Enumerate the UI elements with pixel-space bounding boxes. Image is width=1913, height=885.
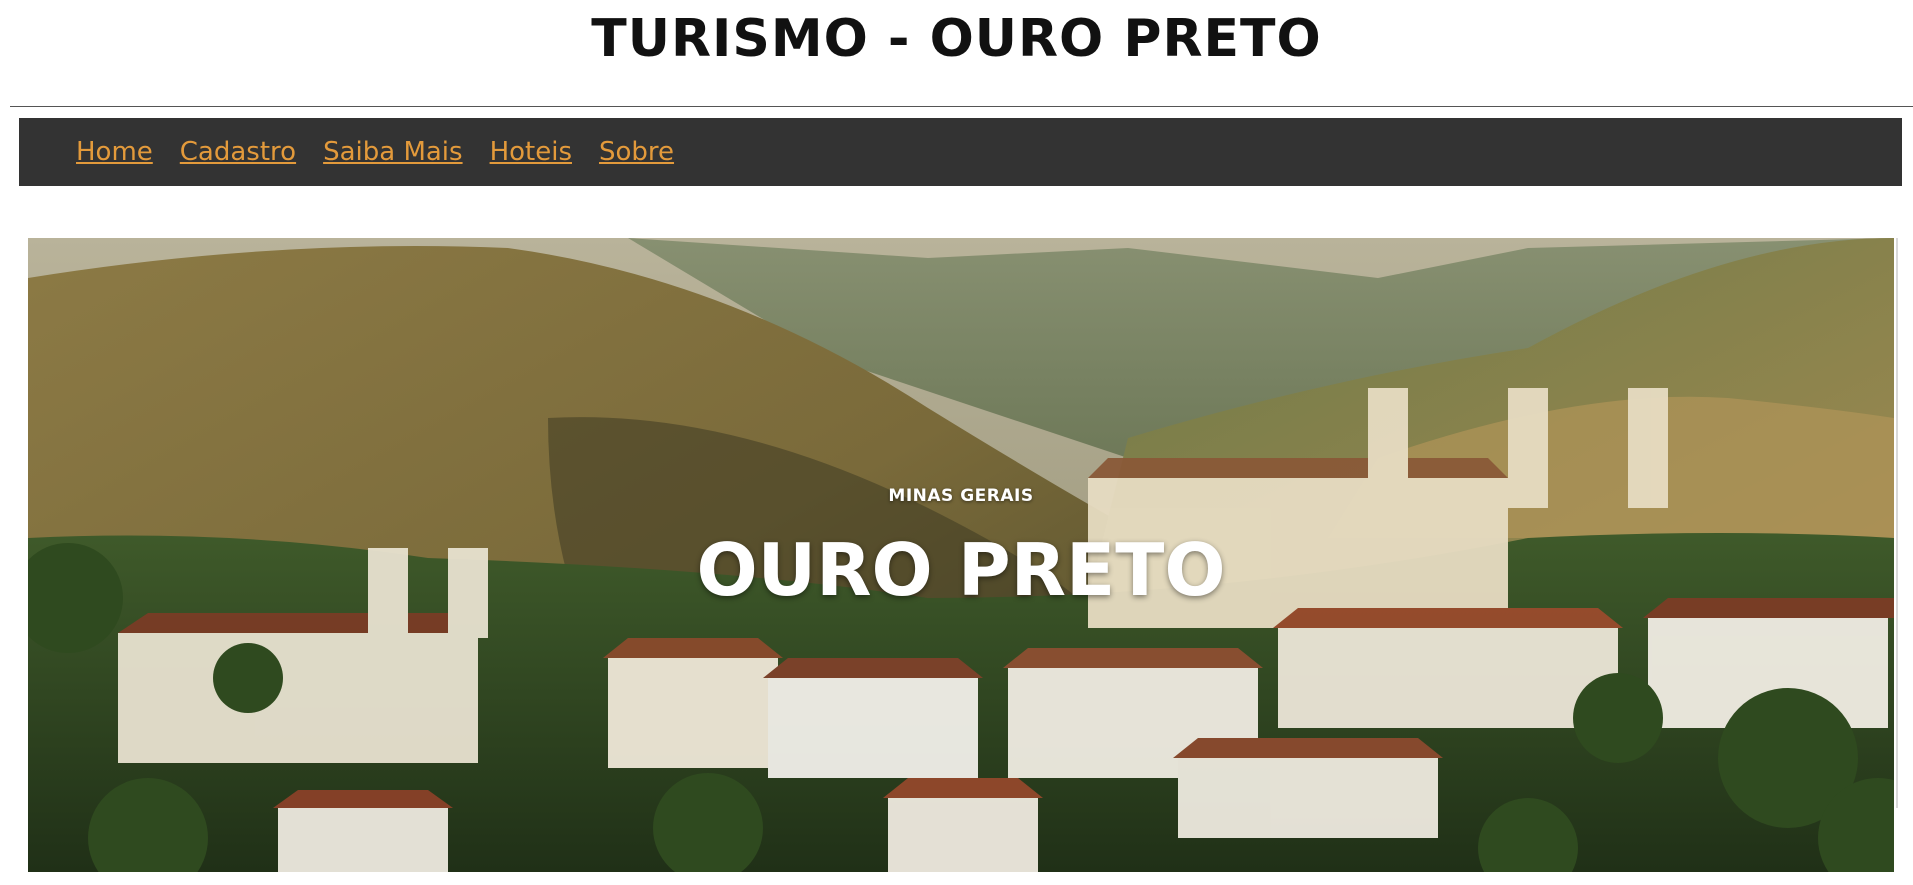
scrollbar-edge (1896, 238, 1898, 808)
page: TURISMO - OURO PRETO Home Cadastro Saiba… (0, 0, 1913, 885)
nav-link-sobre[interactable]: Sobre (599, 137, 674, 167)
hero-banner: MINAS GERAIS OURO PRETO (28, 238, 1894, 872)
nav-link-hoteis[interactable]: Hoteis (490, 137, 572, 167)
site-title: TURISMO - OURO PRETO (591, 9, 1322, 69)
hero-title: OURO PRETO (696, 528, 1226, 612)
nav-link-cadastro[interactable]: Cadastro (180, 137, 296, 167)
nav-link-home[interactable]: Home (76, 137, 153, 167)
main-navbar: Home Cadastro Saiba Mais Hoteis Sobre (19, 118, 1902, 186)
nav-link-saiba-mais[interactable]: Saiba Mais (323, 137, 463, 167)
header-divider (10, 106, 1913, 107)
hero-kicker: MINAS GERAIS (888, 486, 1034, 506)
